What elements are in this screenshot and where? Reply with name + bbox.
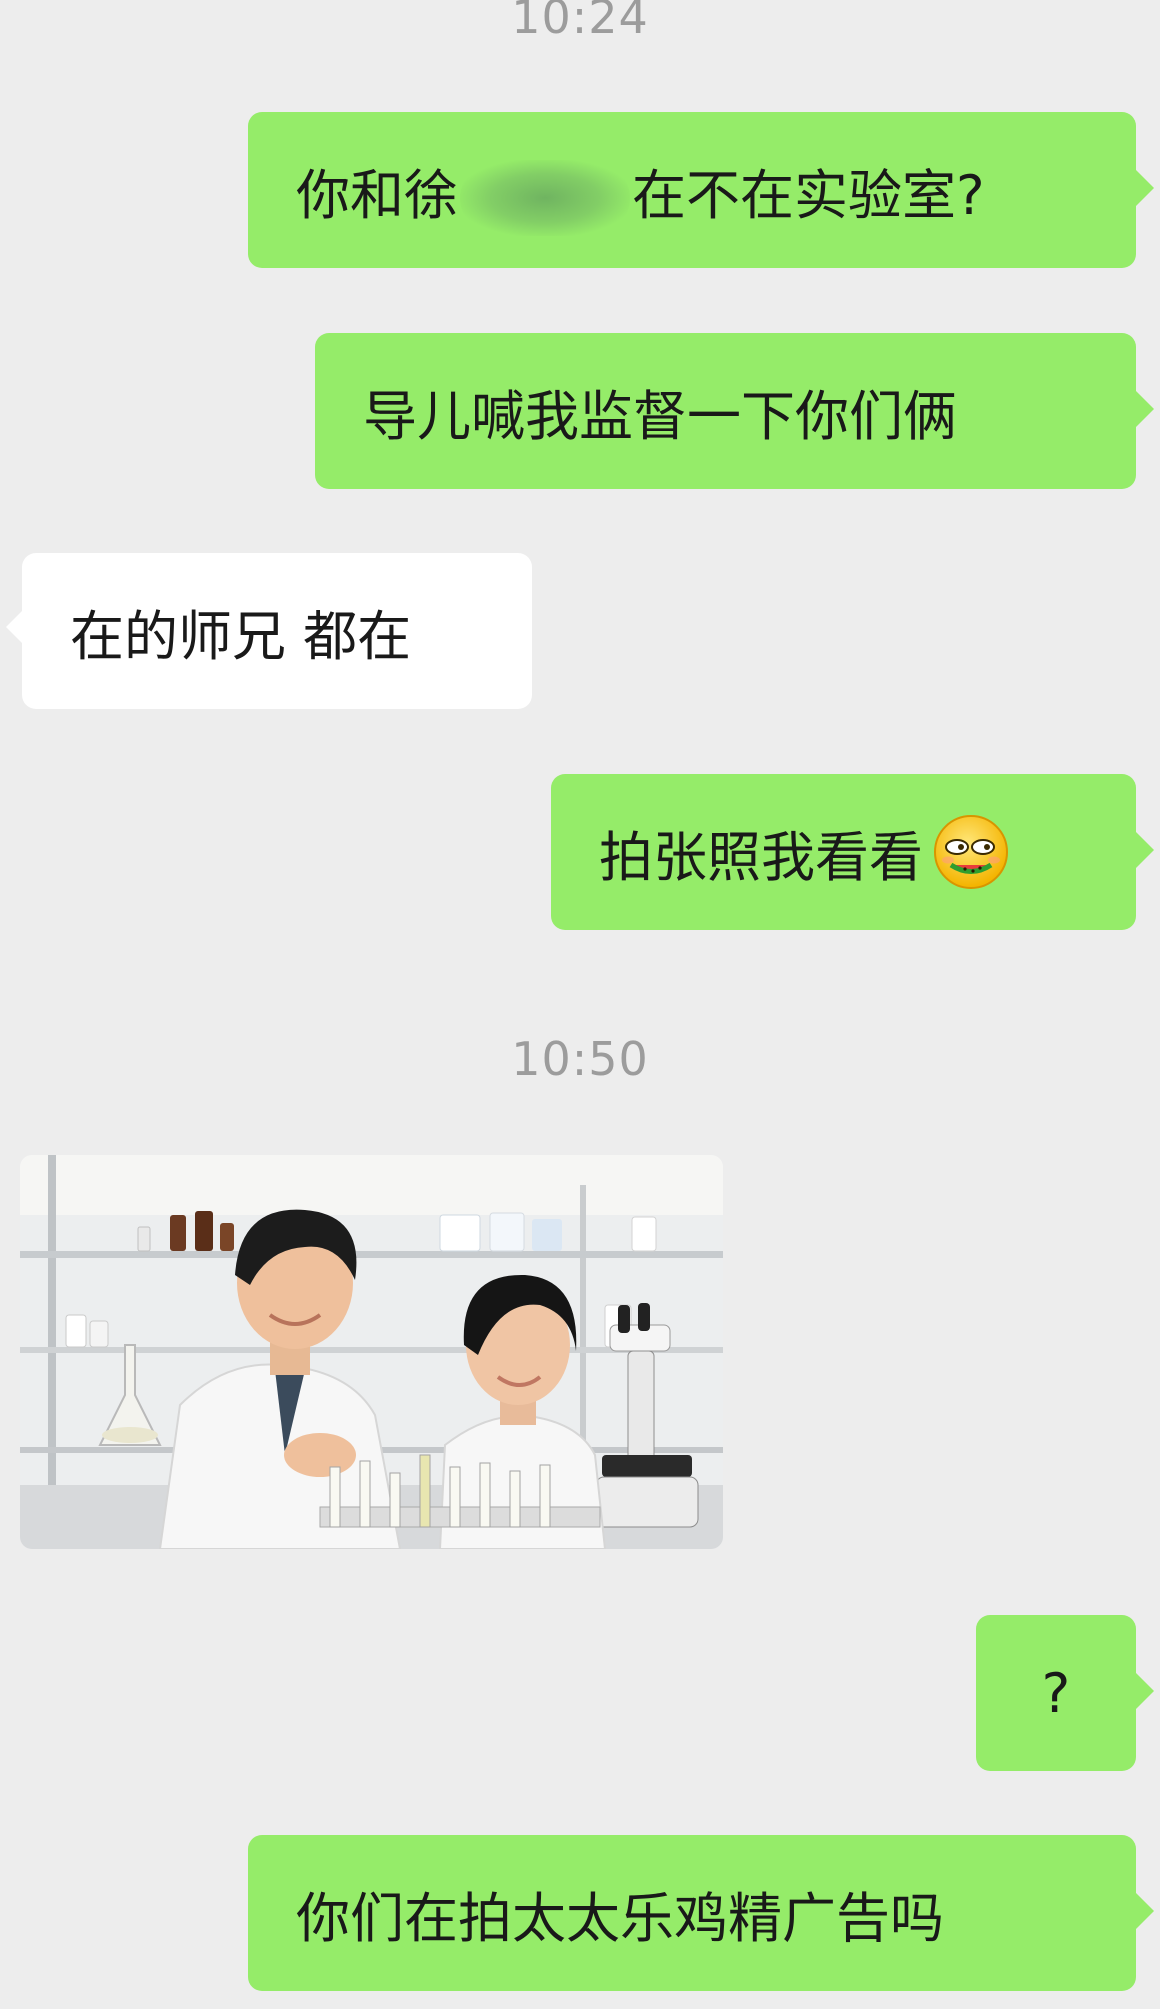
lab-photo-message[interactable] <box>20 1155 723 1549</box>
message-text: 你和徐 <box>296 163 458 227</box>
eating-watermelon-emoji-icon <box>934 815 1008 889</box>
my-message-bubble[interactable]: 拍张照我看看 <box>551 774 1154 930</box>
my-message-bubble[interactable]: 你们在拍太太乐鸡精广告吗 <box>248 1835 1154 1991</box>
my-message-bubble[interactable]: 你和徐 在不在实验室? <box>248 112 1154 268</box>
timestamp: 10:24 <box>511 0 649 44</box>
message-text: 你们在拍太太乐鸡精广告吗 <box>296 1886 944 1950</box>
my-message-bubble[interactable]: ? <box>976 1615 1154 1771</box>
other-message-bubble[interactable]: 在的师兄 都在 <box>6 553 532 709</box>
lab-photo-image <box>20 1155 723 1549</box>
redaction-blur <box>460 160 630 236</box>
message-text: 在的师兄 都在 <box>70 604 412 668</box>
my-message-bubble[interactable]: 导儿喊我监督一下你们俩 <box>315 333 1154 489</box>
message-text: 在不在实验室? <box>632 163 985 227</box>
message-text: ? <box>1041 1661 1071 1725</box>
message-text: 拍张照我看看 <box>599 825 923 889</box>
message-text: 导儿喊我监督一下你们俩 <box>363 384 957 448</box>
timestamp: 10:50 <box>511 1032 649 1086</box>
